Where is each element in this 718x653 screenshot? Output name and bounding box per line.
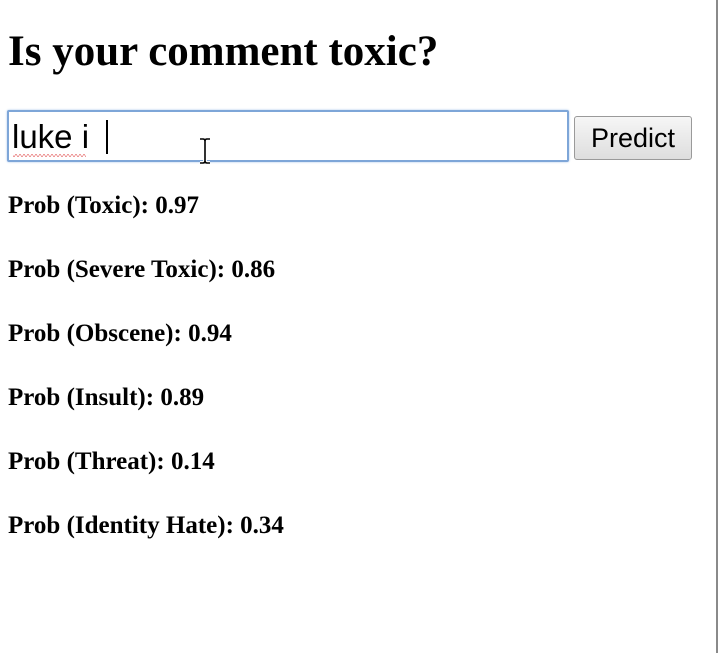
result-severe-toxic: Prob (Severe Toxic): 0.86 <box>8 254 698 318</box>
result-label: Prob (Insult): <box>8 384 161 411</box>
result-label: Prob (Severe Toxic): <box>8 256 232 283</box>
result-value: 0.86 <box>231 256 276 283</box>
text-cursor-icon <box>200 138 210 164</box>
result-value: 0.14 <box>170 448 215 475</box>
predict-button[interactable]: Predict <box>574 116 692 160</box>
result-label: Prob (Obscene): <box>8 320 189 347</box>
result-threat: Prob (Threat): 0.14 <box>8 446 698 510</box>
result-label: Prob (Identity Hate): <box>8 512 241 539</box>
result-value: 0.34 <box>240 512 284 539</box>
text-caret <box>106 120 108 154</box>
result-obscene: Prob (Obscene): 0.94 <box>8 318 698 382</box>
result-value: 0.94 <box>188 320 232 347</box>
comment-input[interactable]: luke i <box>7 110 569 162</box>
result-identity-hate: Prob (Identity Hate): 0.34 <box>8 510 698 574</box>
result-insult: Prob (Insult): 0.89 <box>8 382 698 446</box>
comment-input-value: luke i <box>12 118 90 155</box>
spellcheck-underline <box>13 154 86 157</box>
result-toxic: Prob (Toxic): 0.97 <box>8 190 698 254</box>
result-value: 0.97 <box>155 192 199 219</box>
result-label: Prob (Toxic): <box>8 192 156 219</box>
page-title: Is your comment toxic? <box>8 28 439 75</box>
results-list: Prob (Toxic): 0.97 Prob (Severe Toxic): … <box>8 190 698 574</box>
result-label: Prob (Threat): <box>8 448 171 475</box>
result-value: 0.89 <box>160 384 205 411</box>
